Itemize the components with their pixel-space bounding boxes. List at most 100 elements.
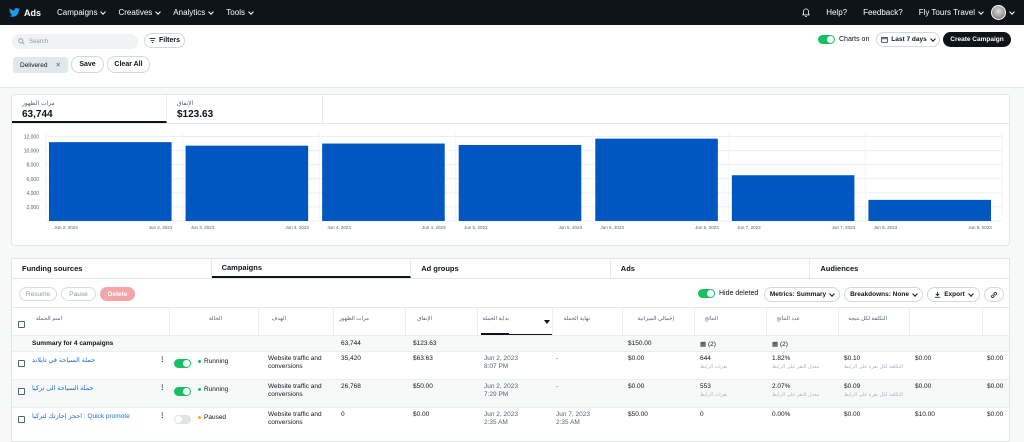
nav-analytics[interactable]: Analytics: [173, 8, 215, 17]
x-tick-label: Jun 5, 2023: [559, 225, 583, 230]
rate-subtext: معدل النقر على الرابط: [772, 392, 820, 398]
nav-creatives-label: Creatives: [118, 8, 153, 17]
close-icon[interactable]: ✕: [55, 61, 60, 69]
metrics-chart-card: مرات الظهور 63,744 الإنفاق $123.63 12,00…: [11, 94, 1010, 246]
resume-label: Resume: [25, 290, 51, 298]
search-placeholder: Search: [29, 38, 49, 45]
breakdowns-dropdown[interactable]: Breakdowns: None: [844, 287, 923, 302]
metric-label: مرات الظهور: [22, 101, 55, 107]
nav-tools[interactable]: Tools: [226, 8, 254, 17]
start-time: 2:35 AM: [484, 419, 508, 427]
filters-label: Filters: [158, 37, 180, 44]
row-menu-icon[interactable]: ⋮: [159, 411, 166, 419]
campaign-toolbar: Search Filters Charts on Last 7 days Cre…: [0, 25, 1024, 88]
status-toggle[interactable]: [174, 359, 191, 368]
campaign-name-link[interactable]: Quick promote : احجز إجازتك لتركيا: [32, 412, 144, 420]
chevron-down-icon: [912, 290, 918, 297]
rate-value: 0.00%: [772, 411, 791, 418]
metric-tab-impressions[interactable]: مرات الظهور 63,744: [12, 95, 167, 123]
x-tick-label: Jun 7, 2023: [737, 225, 761, 230]
chip-label: Delivered: [20, 61, 48, 69]
col-header-status[interactable]: الحالة: [198, 316, 222, 334]
nav-analytics-label: Analytics: [173, 8, 206, 17]
col-header-result-count[interactable]: عدد النتائج: [770, 316, 800, 334]
start-time: 7:29 PM: [484, 391, 509, 399]
metric-tab-spend[interactable]: الإنفاق $123.63: [167, 95, 323, 123]
feedback-link[interactable]: Feedback?: [863, 8, 903, 17]
metric-cell: $0.00: [915, 355, 932, 362]
col-header-impressions[interactable]: مرات الظهور: [339, 316, 369, 334]
tab-funding-sources[interactable]: Funding sources: [12, 259, 212, 278]
col-header-spend[interactable]: الإنفاق: [412, 316, 432, 334]
create-campaign-button[interactable]: Create Campaign: [943, 32, 1011, 47]
campaign-name-link[interactable]: حملة السياحة الى تركيا: [32, 384, 144, 392]
col-header-end[interactable]: نهاية الحملة: [556, 316, 590, 334]
ads-logo[interactable]: Ads: [9, 8, 41, 18]
delete-button[interactable]: Delete: [100, 287, 135, 301]
col-header-name[interactable]: اسم الحملة: [32, 316, 62, 334]
col-divider: [766, 307, 767, 335]
tab-ad-groups[interactable]: Ad groups: [411, 259, 611, 278]
status-cell: Running: [198, 386, 228, 393]
row-checkbox[interactable]: [18, 388, 25, 395]
tab-campaigns[interactable]: Campaigns: [211, 259, 412, 278]
budget-cell: $0.00: [628, 383, 645, 390]
row-menu-icon[interactable]: ⋮: [159, 383, 166, 391]
spend-cell: $0.00: [413, 411, 430, 418]
bar: [731, 175, 855, 221]
row-checkbox[interactable]: [18, 416, 25, 423]
filter-chip-delivered[interactable]: Delivered ✕: [13, 57, 68, 73]
charts-toggle[interactable]: Charts on: [818, 35, 869, 44]
account-switcher[interactable]: Fly Tours Travel: [919, 8, 984, 17]
status-text: Running: [204, 358, 229, 365]
charts-on-label: Charts on: [839, 36, 870, 43]
col-header-results[interactable]: النتائج: [702, 316, 718, 334]
end-date: -: [556, 355, 559, 362]
bell-icon[interactable]: [802, 8, 811, 17]
nav-campaigns[interactable]: Campaigns: [57, 8, 107, 17]
help-link[interactable]: Help?: [826, 8, 847, 17]
start-date: Jun 2, 2023: [484, 355, 518, 362]
tab-audiences[interactable]: Audiences: [810, 259, 1009, 278]
profile-menu[interactable]: [991, 5, 1015, 20]
cost-value: $0.10: [844, 355, 861, 362]
row-checkbox[interactable]: [18, 360, 25, 367]
col-header-start[interactable]: بداية الحملة: [481, 316, 509, 334]
metric-label: الإنفاق: [177, 101, 194, 107]
chevron-down-icon: [967, 290, 974, 297]
impressions-cell: 0: [341, 411, 345, 418]
col-header-cost-per-result[interactable]: التكلفة لكل نتيجة: [845, 316, 887, 334]
save-button[interactable]: Save: [71, 56, 104, 73]
save-label: Save: [79, 61, 96, 68]
col-header-objective[interactable]: الهدف: [266, 316, 286, 334]
filters-button[interactable]: Filters: [144, 33, 185, 48]
x-tick-label: Jun 6, 2023: [695, 225, 719, 230]
status-toggle[interactable]: [174, 415, 191, 424]
metrics-dropdown[interactable]: Metrics: Summary: [764, 287, 840, 302]
date-range-picker[interactable]: Last 7 days: [876, 32, 940, 47]
rate-cell: 2.07% معدل النقر على الرابط: [772, 383, 836, 398]
clear-all-button[interactable]: Clear All: [107, 56, 150, 73]
cost-value: $0.09: [844, 383, 861, 390]
export-button[interactable]: Export: [927, 287, 980, 302]
tab-ads[interactable]: Ads: [611, 259, 811, 278]
status-toggle[interactable]: [174, 387, 191, 396]
summary-result-count: ▦ (2): [772, 340, 788, 348]
campaign-name-link[interactable]: حملة السياحة في تايلاند: [32, 356, 144, 364]
chevron-down-icon: [929, 35, 936, 42]
sort-desc-icon[interactable]: [544, 320, 550, 324]
select-all-checkbox[interactable]: [18, 321, 25, 328]
col-header-budget[interactable]: إجمالي الميزانية: [626, 316, 674, 334]
resume-button[interactable]: Resume: [19, 287, 57, 301]
row-menu-icon[interactable]: ⋮: [159, 355, 166, 363]
pause-button[interactable]: Pause: [61, 287, 96, 301]
status-dot: [198, 359, 201, 363]
y-tick-label: 8,000: [26, 163, 39, 169]
start-date: Jun 2, 2023: [484, 383, 518, 390]
nav-creatives[interactable]: Creatives: [118, 8, 162, 17]
rate-value: 1.82%: [772, 355, 791, 362]
share-link-button[interactable]: [984, 287, 1004, 302]
hide-deleted-toggle[interactable]: Hide deleted: [698, 289, 758, 298]
search-input[interactable]: Search: [12, 34, 138, 49]
metric-cell: $0.00: [987, 411, 1004, 418]
